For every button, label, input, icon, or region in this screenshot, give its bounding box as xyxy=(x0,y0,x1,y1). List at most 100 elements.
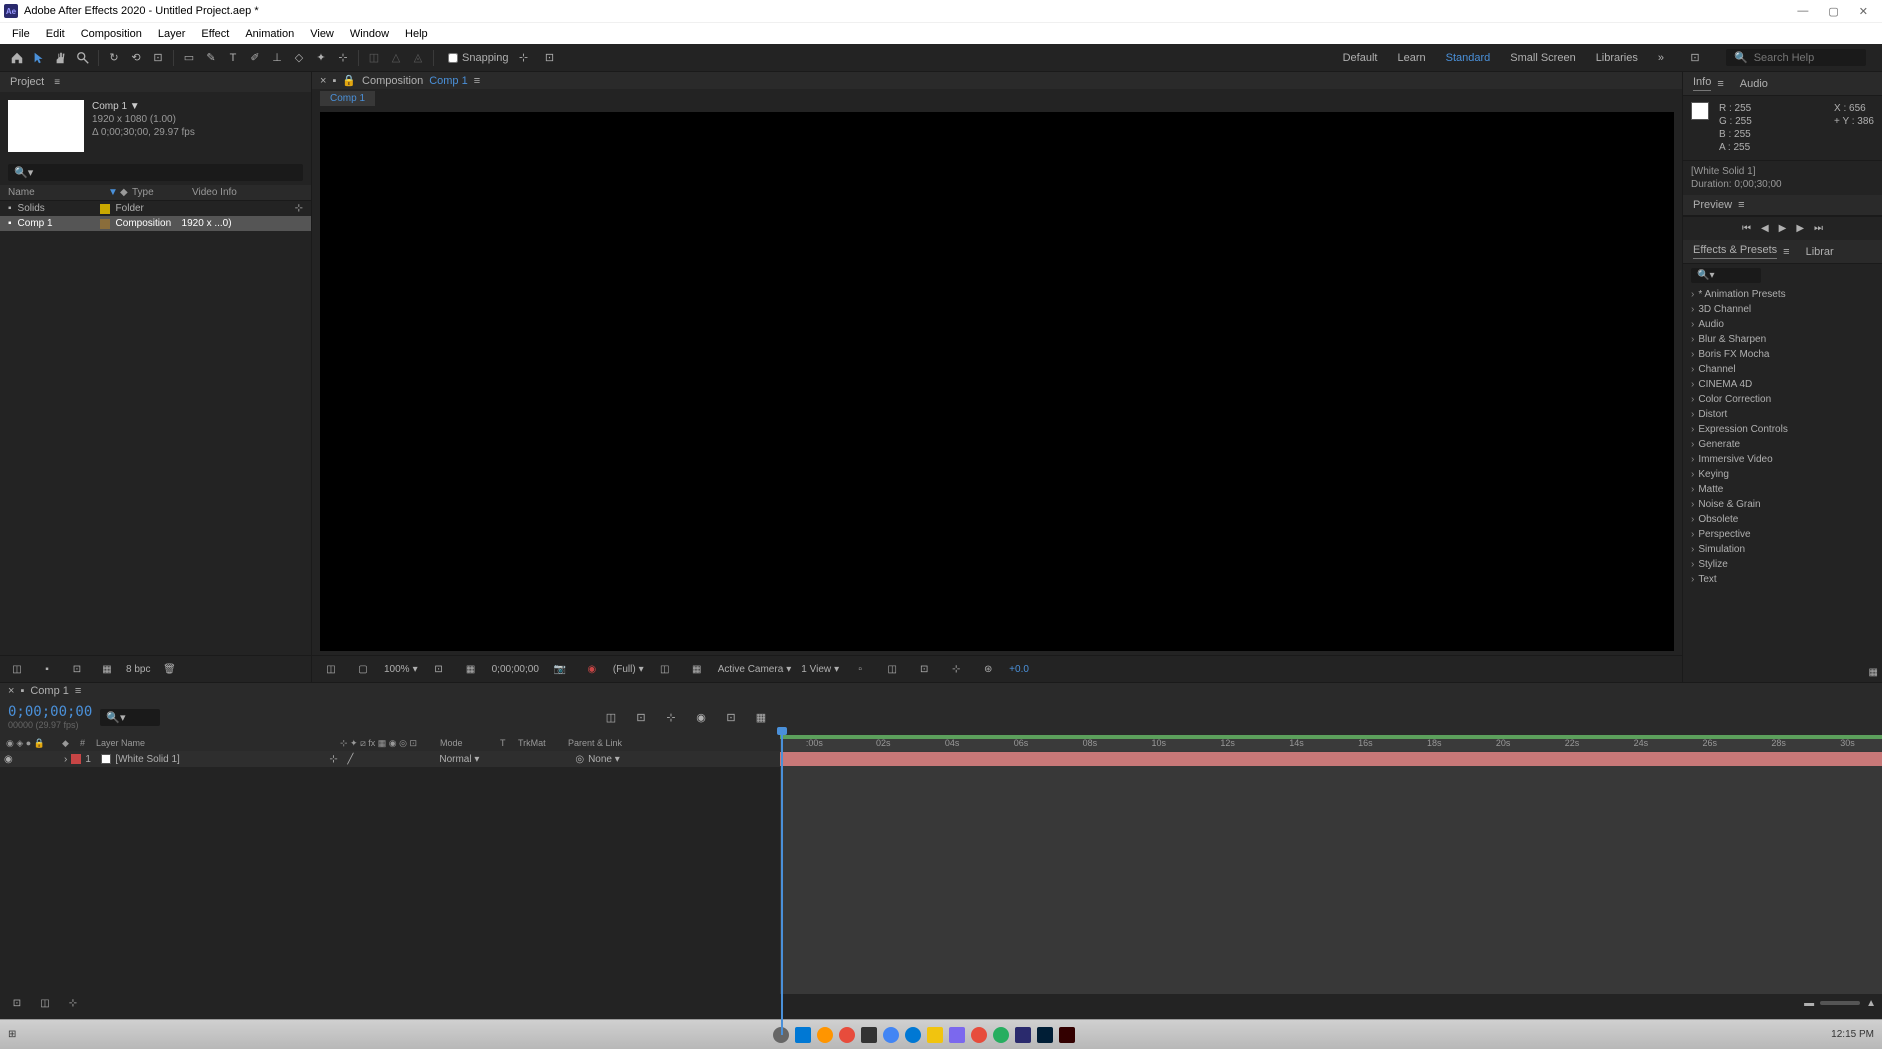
shape-tool-icon[interactable]: △ xyxy=(387,49,405,67)
effect-category[interactable]: Matte xyxy=(1683,482,1882,497)
col-type[interactable]: Type xyxy=(132,187,192,198)
next-frame-icon[interactable]: ▶ xyxy=(1796,223,1804,234)
effect-category[interactable]: Noise & Grain xyxy=(1683,497,1882,512)
v1-icon[interactable]: ▫ xyxy=(851,660,869,678)
close-button[interactable]: ✕ xyxy=(1859,5,1868,18)
menu-help[interactable]: Help xyxy=(397,28,436,40)
viewer-time[interactable]: 0;00;00;00 xyxy=(492,664,539,675)
col-video[interactable]: Video Info xyxy=(192,187,237,198)
libraries-tab[interactable]: Librar xyxy=(1806,246,1834,258)
resolution-dropdown[interactable]: (Full) ▾ xyxy=(613,664,644,675)
windows-taskbar[interactable]: ⊞ 12:15 PM xyxy=(0,1019,1882,1049)
interpret-icon[interactable]: ◫ xyxy=(8,660,26,678)
tab-close-icon[interactable]: × xyxy=(8,685,14,697)
project-search-input[interactable]: 🔍▾ xyxy=(8,164,303,181)
v2-icon[interactable]: ◫ xyxy=(883,660,901,678)
puppet-tool-icon[interactable]: ⊹ xyxy=(334,49,352,67)
effect-category[interactable]: CINEMA 4D xyxy=(1683,377,1882,392)
pen-tool-icon[interactable]: ✎ xyxy=(202,49,220,67)
minimize-button[interactable]: — xyxy=(1797,5,1808,18)
first-frame-icon[interactable]: ⏮ xyxy=(1742,223,1751,234)
sort-icon[interactable]: ▼ xyxy=(108,187,120,198)
panel-menu-icon[interactable]: ≡ xyxy=(1783,246,1789,258)
tl-opt5-icon[interactable]: ⊡ xyxy=(722,708,740,726)
timeline-search[interactable]: 🔍▾ xyxy=(100,709,160,726)
effect-category[interactable]: Blur & Sharpen xyxy=(1683,332,1882,347)
bit-depth-icon[interactable]: ▦ xyxy=(98,660,116,678)
workspace-more-icon[interactable]: » xyxy=(1658,52,1664,64)
menu-edit[interactable]: Edit xyxy=(38,28,73,40)
monitor-icon[interactable]: ▢ xyxy=(354,660,372,678)
toggle-switches-icon[interactable]: ⊡ xyxy=(8,994,26,1012)
home-tool-icon[interactable] xyxy=(8,49,26,67)
system-clock[interactable]: 12:15 PM xyxy=(1831,1029,1874,1040)
type-tool-icon[interactable]: T xyxy=(224,49,242,67)
res-icon[interactable]: ⊡ xyxy=(430,660,448,678)
comp-tab-name[interactable]: Comp 1 xyxy=(429,75,468,87)
effect-category[interactable]: Distort xyxy=(1683,407,1882,422)
zoom-out-icon[interactable]: ▬ xyxy=(1804,998,1814,1009)
layer-bar[interactable] xyxy=(780,752,1882,766)
new-bin-icon[interactable]: ▦ xyxy=(1869,667,1878,678)
rotate-tool-icon[interactable]: ⟲ xyxy=(127,49,145,67)
taskbar-app-icon[interactable] xyxy=(993,1027,1009,1043)
workspace-libraries[interactable]: Libraries xyxy=(1596,52,1638,64)
new-folder-icon[interactable]: ▪ xyxy=(38,660,56,678)
timeline-tab-name[interactable]: Comp 1 xyxy=(30,685,69,697)
info-tab[interactable]: Info ≡ Audio xyxy=(1683,72,1882,96)
taskbar-app-icon[interactable] xyxy=(839,1027,855,1043)
twirl-icon[interactable]: › xyxy=(64,754,67,765)
search-help-input[interactable] xyxy=(1754,52,1858,64)
alpha-icon[interactable]: ◫ xyxy=(322,660,340,678)
effect-category[interactable]: Text xyxy=(1683,572,1882,587)
col-name[interactable]: Name xyxy=(8,187,108,198)
snap-opt2-icon[interactable]: ⊡ xyxy=(541,49,559,67)
effect-category[interactable]: Channel xyxy=(1683,362,1882,377)
effect-category[interactable]: Generate xyxy=(1683,437,1882,452)
effect-category[interactable]: Obsolete xyxy=(1683,512,1882,527)
project-item-solids[interactable]: ▪ Solids Folder ⊹ xyxy=(0,201,311,216)
toggle-in-out-icon[interactable]: ⊹ xyxy=(64,994,82,1012)
brush-tool-icon[interactable]: ✐ xyxy=(246,49,264,67)
effects-search-input[interactable]: 🔍▾ xyxy=(1691,268,1761,283)
tab-close-icon[interactable]: × xyxy=(320,75,326,87)
tl-graph-icon[interactable]: ▦ xyxy=(752,708,770,726)
roto-tool-icon[interactable]: ✦ xyxy=(312,49,330,67)
menu-effect[interactable]: Effect xyxy=(193,28,237,40)
tl-opt3-icon[interactable]: ⊹ xyxy=(662,708,680,726)
tl-opt2-icon[interactable]: ⊡ xyxy=(632,708,650,726)
menu-view[interactable]: View xyxy=(302,28,342,40)
project-tab[interactable]: Project ≡ xyxy=(0,72,311,92)
grid-icon[interactable]: ▦ xyxy=(462,660,480,678)
camera-dropdown[interactable]: Active Camera ▾ xyxy=(718,664,792,675)
taskbar-app-icon[interactable] xyxy=(971,1027,987,1043)
prev-frame-icon[interactable]: ◀ xyxy=(1761,223,1769,234)
workspace-learn[interactable]: Learn xyxy=(1397,52,1425,64)
workspace-default[interactable]: Default xyxy=(1343,52,1378,64)
effect-category[interactable]: Boris FX Mocha xyxy=(1683,347,1882,362)
v3-icon[interactable]: ⊡ xyxy=(915,660,933,678)
zoom-dropdown[interactable]: 100% ▾ xyxy=(384,664,418,675)
roi-icon[interactable]: ◫ xyxy=(656,660,674,678)
snapping-checkbox[interactable] xyxy=(448,53,458,63)
tl-opt4-icon[interactable]: ◉ xyxy=(692,708,710,726)
orbit-tool-icon[interactable]: ↻ xyxy=(105,49,123,67)
effect-category[interactable]: Expression Controls xyxy=(1683,422,1882,437)
mesh-tool-icon[interactable]: ◬ xyxy=(409,49,427,67)
composition-viewer[interactable] xyxy=(320,112,1674,651)
zoom-in-icon[interactable]: ▲ xyxy=(1866,998,1876,1009)
effects-tab[interactable]: Effects & Presets ≡ Librar xyxy=(1683,240,1882,264)
mask-tool-icon[interactable]: ◫ xyxy=(365,49,383,67)
new-comp-icon[interactable]: ⊡ xyxy=(68,660,86,678)
pickwhip-icon[interactable]: ◎ xyxy=(575,754,584,765)
effect-category[interactable]: Keying xyxy=(1683,467,1882,482)
panel-menu-icon[interactable]: ≡ xyxy=(54,77,60,88)
snap-opt1-icon[interactable]: ⊹ xyxy=(515,49,533,67)
workspace-reset-icon[interactable]: ⊡ xyxy=(1686,49,1704,67)
layer-color-swatch[interactable] xyxy=(71,754,81,764)
exposure-icon[interactable]: ⊛ xyxy=(979,660,997,678)
switch-icon[interactable]: ╱ xyxy=(347,754,361,765)
preview-tab[interactable]: Preview ≡ xyxy=(1683,195,1882,216)
switch-icon[interactable]: ⊹ xyxy=(329,754,343,765)
menu-layer[interactable]: Layer xyxy=(150,28,194,40)
